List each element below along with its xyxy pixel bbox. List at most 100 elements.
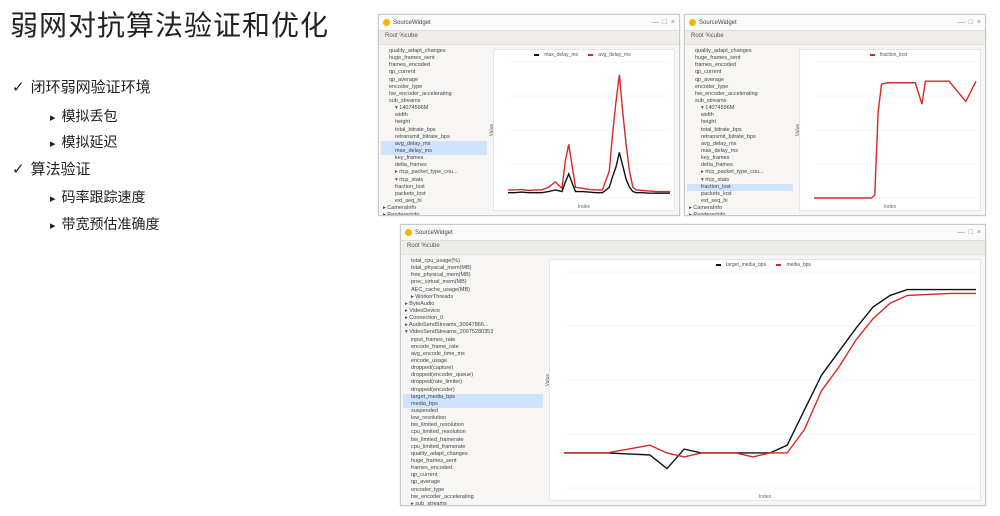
- tree-item[interactable]: frames_encoded: [381, 62, 487, 69]
- tree-item[interactable]: target_media_bps: [403, 394, 543, 401]
- tree-item[interactable]: encoder_type: [381, 84, 487, 91]
- tree-item[interactable]: cpu_limited_framerate: [403, 444, 543, 451]
- window-titlebar[interactable]: SourceWidget — □ ×: [401, 225, 985, 241]
- tree-item[interactable]: ▾ VideoSendStreams_20975280353: [403, 329, 543, 336]
- tree-item[interactable]: input_frames_rate: [403, 337, 543, 344]
- tree-item[interactable]: quality_adapt_changes: [687, 48, 793, 55]
- tree-item[interactable]: dropped(encoder): [403, 387, 543, 394]
- tree-item[interactable]: avg_delay_ms: [381, 141, 487, 148]
- tree-item[interactable]: quality_adapt_changes: [381, 48, 487, 55]
- maximize-icon[interactable]: □: [969, 19, 973, 26]
- tree-item[interactable]: qp_current: [381, 69, 487, 76]
- window-tab[interactable]: Root %cube: [401, 241, 985, 255]
- tree-item[interactable]: retransmit_bitrate_bps: [381, 134, 487, 141]
- tree-item[interactable]: total_cpu_usage(%): [403, 258, 543, 265]
- tree-item[interactable]: ▸ CameraInfo: [687, 205, 793, 212]
- tree-item[interactable]: huge_frames_sent: [381, 55, 487, 62]
- tree-item[interactable]: retransmit_bitrate_bps: [687, 134, 793, 141]
- tree-item[interactable]: encode_usage: [403, 358, 543, 365]
- tree-item[interactable]: ▸ RendererInfo: [381, 212, 487, 215]
- tree-item[interactable]: ▸ rtcp_packet_type_cou...: [381, 169, 487, 176]
- tree-item[interactable]: encoder_type: [403, 487, 543, 494]
- tree-item[interactable]: huge_frames_sent: [687, 55, 793, 62]
- tree-item[interactable]: qp_average: [687, 77, 793, 84]
- tree-item[interactable]: ▸ RendererInfo: [687, 212, 793, 215]
- tree-item[interactable]: width: [687, 112, 793, 119]
- tree-item[interactable]: fraction_lost: [381, 184, 487, 191]
- tree-item[interactable]: delta_frames: [381, 162, 487, 169]
- tree-item[interactable]: huge_frames_sent: [403, 458, 543, 465]
- tree-item[interactable]: delta_frames: [687, 162, 793, 169]
- tree-item[interactable]: ▾ rtcp_stats: [381, 177, 487, 184]
- tree-item[interactable]: dropped(encoder_queue): [403, 372, 543, 379]
- tree-item[interactable]: ▸ VideoDevice: [403, 308, 543, 315]
- window-titlebar[interactable]: SourceWidget — □ ×: [685, 15, 985, 31]
- metrics-tree[interactable]: quality_adapt_changeshuge_frames_sentfra…: [685, 45, 795, 215]
- tree-item[interactable]: ▾ rtcp_stats: [687, 177, 793, 184]
- tree-item[interactable]: key_frames: [381, 155, 487, 162]
- tree-item[interactable]: key_frames: [687, 155, 793, 162]
- tree-item[interactable]: bw_limited_framerate: [403, 437, 543, 444]
- close-icon[interactable]: ×: [671, 19, 675, 26]
- maximize-icon[interactable]: □: [663, 19, 667, 26]
- tree-item[interactable]: qp_current: [687, 69, 793, 76]
- tree-item[interactable]: cpu_limited_resolution: [403, 429, 543, 436]
- tree-item[interactable]: total_bitrate_bps: [381, 127, 487, 134]
- tree-item[interactable]: sub_streams: [381, 98, 487, 105]
- window-tab[interactable]: Root %cube: [685, 31, 985, 45]
- tree-item[interactable]: qp_average: [381, 77, 487, 84]
- window-titlebar[interactable]: SourceWidget — □ ×: [379, 15, 679, 31]
- tree-item[interactable]: bw_limited_resolution: [403, 422, 543, 429]
- tree-item[interactable]: ▸ ByteAudio: [403, 301, 543, 308]
- tree-item[interactable]: frames_encoded: [687, 62, 793, 69]
- tree-item[interactable]: packets_lost: [381, 191, 487, 198]
- tree-item[interactable]: encoder_type: [687, 84, 793, 91]
- maximize-icon[interactable]: □: [969, 229, 973, 236]
- tree-item[interactable]: ▸ AudioSendStreams_30947866...: [403, 322, 543, 329]
- tree-item[interactable]: free_physical_mem(MB): [403, 272, 543, 279]
- tree-item[interactable]: dropped(capture): [403, 365, 543, 372]
- close-icon[interactable]: ×: [977, 19, 981, 26]
- metrics-tree[interactable]: total_cpu_usage(%)total_physical_mem(MB)…: [401, 255, 545, 505]
- tree-item[interactable]: total_physical_mem(MB): [403, 265, 543, 272]
- tree-item[interactable]: height: [687, 119, 793, 126]
- tree-item[interactable]: avg_delay_ms: [687, 141, 793, 148]
- tree-item[interactable]: ext_seq_hi: [687, 198, 793, 205]
- window-tab[interactable]: Root %cube: [379, 31, 679, 45]
- tree-item[interactable]: hw_encoder_accelerating: [381, 91, 487, 98]
- tree-item[interactable]: suspended: [403, 408, 543, 415]
- tree-item[interactable]: qp_current: [403, 472, 543, 479]
- tree-item[interactable]: ▸ sub_streams: [403, 501, 543, 505]
- tree-item[interactable]: proc_virtual_mem(MB): [403, 279, 543, 286]
- minimize-icon[interactable]: —: [958, 229, 965, 236]
- tree-item[interactable]: encode_frame_rate: [403, 344, 543, 351]
- tree-item[interactable]: dropped(rate_limiter): [403, 379, 543, 386]
- tree-item[interactable]: ▸ WorkerThreads: [403, 294, 543, 301]
- tree-item[interactable]: ▸ CameraInfo: [381, 205, 487, 212]
- tree-item[interactable]: media_bps: [403, 401, 543, 408]
- minimize-icon[interactable]: —: [652, 19, 659, 26]
- tree-item[interactable]: fraction_lost: [687, 184, 793, 191]
- tree-item[interactable]: height: [381, 119, 487, 126]
- tree-item[interactable]: width: [381, 112, 487, 119]
- tree-item[interactable]: frames_encoded: [403, 465, 543, 472]
- tree-item[interactable]: AEC_cache_usage(MB): [403, 287, 543, 294]
- tree-item[interactable]: packets_lost: [687, 191, 793, 198]
- minimize-icon[interactable]: —: [958, 19, 965, 26]
- tree-item[interactable]: hw_encoder_accelerating: [687, 91, 793, 98]
- tree-item[interactable]: ext_seq_hi: [381, 198, 487, 205]
- tree-item[interactable]: ▸ Connection_0: [403, 315, 543, 322]
- tree-item[interactable]: hw_encoder_accelerating: [403, 494, 543, 501]
- close-icon[interactable]: ×: [977, 229, 981, 236]
- tree-item[interactable]: total_bitrate_bps: [687, 127, 793, 134]
- tree-item[interactable]: max_delay_ms: [381, 148, 487, 155]
- tree-item[interactable]: ▸ rtcp_packet_type_cou...: [687, 169, 793, 176]
- tree-item[interactable]: max_delay_ms: [687, 148, 793, 155]
- tree-item[interactable]: low_resolution: [403, 415, 543, 422]
- tree-item[interactable]: qp_average: [403, 479, 543, 486]
- tree-item[interactable]: ▾ 14074596M: [381, 105, 487, 112]
- tree-item[interactable]: avg_encode_time_ms: [403, 351, 543, 358]
- metrics-tree[interactable]: quality_adapt_changeshuge_frames_sentfra…: [379, 45, 489, 215]
- tree-item[interactable]: sub_streams: [687, 98, 793, 105]
- tree-item[interactable]: quality_adapt_changes: [403, 451, 543, 458]
